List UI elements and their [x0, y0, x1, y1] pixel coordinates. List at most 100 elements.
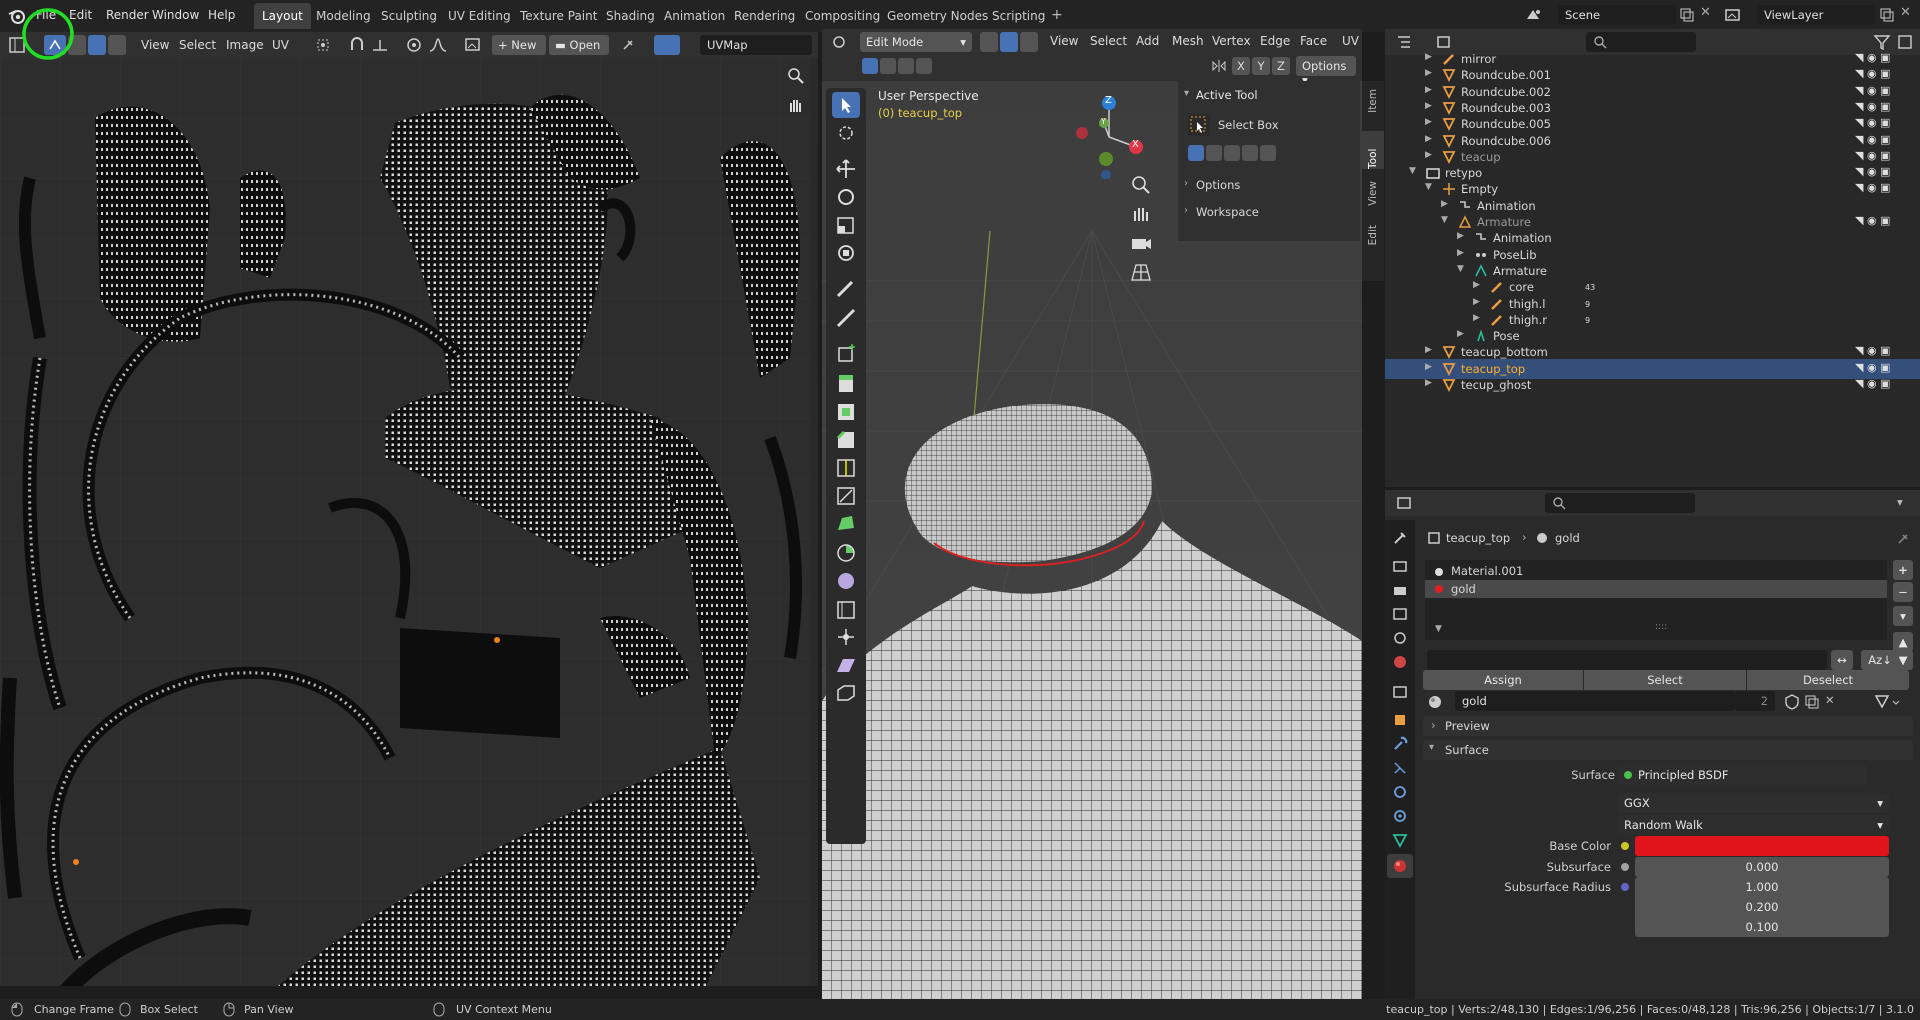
tool-poly-build[interactable]	[832, 510, 860, 536]
tab-animation[interactable]: Animation	[656, 3, 733, 29]
select-extend-mode-button[interactable]	[880, 58, 896, 74]
vertex-mode-button[interactable]	[980, 32, 998, 52]
workspace-section[interactable]: Workspace	[1196, 205, 1259, 219]
options-section[interactable]: Options	[1196, 178, 1240, 192]
output-icon[interactable]	[1392, 582, 1408, 598]
falloff-curve-icon[interactable]	[428, 36, 450, 54]
expand-arrow-icon[interactable]: ▼	[1409, 166, 1416, 176]
pan-hand-icon[interactable]	[786, 96, 806, 116]
tab-modeling[interactable]: Modeling	[308, 3, 379, 29]
visibility-toggles-icon[interactable]: ◥ ◉ ▣	[1855, 133, 1890, 146]
material-slot-row[interactable]: Material.001	[1425, 562, 1887, 580]
zoom-icon[interactable]	[786, 66, 806, 86]
object-icon[interactable]	[1392, 712, 1408, 728]
tab-sculpting[interactable]: Sculpting	[373, 3, 445, 29]
expand-arrow-icon[interactable]: ▶	[1425, 85, 1432, 95]
face-select-mode-button[interactable]	[108, 35, 126, 55]
filter-icon[interactable]	[1873, 34, 1893, 50]
vp-menu-add[interactable]: Add	[1136, 34, 1159, 48]
new-image-button[interactable]: + New	[492, 35, 546, 55]
tool-move[interactable]	[832, 156, 860, 182]
vp-menu-edge[interactable]: Edge	[1260, 34, 1290, 48]
expand-arrow-icon[interactable]: ▶	[1473, 297, 1480, 307]
select-new-mode-button[interactable]	[862, 58, 878, 74]
tab-compositing[interactable]: Compositing	[797, 3, 888, 29]
tab-texture-paint[interactable]: Texture Paint	[512, 3, 605, 29]
visibility-toggles-icon[interactable]: ◥ ◉ ▣	[1855, 100, 1890, 113]
modifier-wrench-icon[interactable]	[1392, 736, 1408, 752]
edge-select-mode-button[interactable]	[88, 35, 106, 55]
tool-transform[interactable]	[832, 240, 860, 266]
uv-scrollbar[interactable]	[810, 58, 818, 986]
perspective-toggle-icon[interactable]	[1128, 260, 1154, 284]
expand-arrow-icon[interactable]: ▼	[1457, 264, 1464, 274]
vp-menu-select[interactable]: Select	[1090, 34, 1127, 48]
npanel-mode-invert[interactable]	[1242, 145, 1258, 161]
open-image-button[interactable]: ▬ Open	[549, 35, 609, 55]
surface-panel-header[interactable]: ▾ Surface	[1423, 740, 1913, 760]
camera-view-icon[interactable]	[1128, 231, 1154, 255]
new-collection-icon[interactable]	[1897, 34, 1915, 50]
tool-rotate[interactable]	[832, 184, 860, 210]
scene-icon[interactable]	[1525, 7, 1543, 23]
render-icon[interactable]	[1392, 558, 1408, 574]
tool-select-box[interactable]	[832, 92, 860, 118]
npanel-mode-subtract[interactable]	[1224, 145, 1240, 161]
mirror-z-toggle[interactable]: Z	[1272, 57, 1290, 75]
filter-exclude-icon[interactable]: ↔	[1831, 650, 1853, 670]
visibility-toggles-icon[interactable]: ◥ ◉ ▣	[1855, 214, 1890, 227]
expand-arrow-icon[interactable]: ▶	[1473, 280, 1480, 290]
expand-arrow-icon[interactable]: ▶	[1473, 313, 1480, 323]
tab-tool[interactable]: Tool	[1362, 131, 1384, 169]
chevron-down-icon[interactable]: ▾	[1184, 88, 1189, 99]
subsurface-radius-z[interactable]: 0.100	[1635, 917, 1889, 937]
vp-menu-face[interactable]: Face	[1300, 34, 1327, 48]
tool-spin[interactable]	[832, 540, 860, 566]
viewport-editor-type-icon[interactable]	[830, 33, 852, 51]
tab-scripting[interactable]: Scripting	[984, 3, 1053, 29]
tool-smooth[interactable]	[832, 568, 860, 594]
base-color-swatch[interactable]	[1635, 836, 1889, 856]
npanel-mode-extend[interactable]	[1206, 145, 1222, 161]
select-button[interactable]: Select	[1584, 670, 1746, 690]
npanel-mode-intersect[interactable]	[1260, 145, 1276, 161]
material-tab[interactable]	[1387, 854, 1413, 878]
tool-knife[interactable]	[832, 482, 860, 508]
mirror-icon[interactable]	[1210, 58, 1228, 74]
vector-socket-icon[interactable]	[1621, 883, 1629, 891]
visibility-toggles-icon[interactable]: ◥ ◉ ▣	[1855, 67, 1890, 80]
expand-arrow-icon[interactable]: ▶	[1457, 329, 1464, 339]
visibility-toggles-icon[interactable]: ◥ ◉ ▣	[1855, 181, 1890, 194]
tab-item[interactable]: Item	[1367, 89, 1379, 113]
preview-panel-header[interactable]: › Preview	[1423, 716, 1913, 736]
pin-icon[interactable]	[620, 37, 636, 53]
subsurface-radius-x[interactable]: 1.000	[1635, 877, 1889, 897]
uv-menu-select[interactable]: Select	[179, 38, 216, 52]
particles-icon[interactable]	[1392, 760, 1408, 776]
scene-tab-icon[interactable]	[1392, 630, 1408, 646]
constraints-icon[interactable]	[1392, 808, 1408, 824]
tool-scale[interactable]	[832, 212, 860, 238]
properties-search-input[interactable]	[1545, 493, 1695, 513]
float-socket-icon[interactable]	[1621, 863, 1629, 871]
uv-editor-canvas[interactable]	[0, 58, 810, 986]
pin-icon[interactable]	[1895, 531, 1911, 547]
expand-arrow-icon[interactable]: ▶	[1457, 231, 1464, 241]
select-subtract-mode-button[interactable]	[898, 58, 914, 74]
snap-target-icon[interactable]	[370, 36, 392, 54]
chevron-down-icon[interactable]: ▾	[1897, 495, 1903, 509]
tool-shear[interactable]	[832, 652, 860, 678]
visibility-toggles-icon[interactable]: ◥ ◉ ▣	[1855, 344, 1890, 357]
npanel-mode-new[interactable]	[1188, 145, 1204, 161]
menu-help[interactable]: Help	[208, 8, 235, 22]
display-channels-button[interactable]	[654, 35, 680, 55]
slot-specials-icon[interactable]: ▾	[1893, 606, 1913, 626]
uvmap-field[interactable]: UVMap	[700, 35, 812, 55]
expand-arrow-icon[interactable]: ▶	[1425, 68, 1432, 78]
delete-scene-icon[interactable]: ✕	[1700, 5, 1711, 20]
tool-edge-slide[interactable]	[832, 596, 860, 622]
edge-mode-button[interactable]	[1000, 32, 1018, 52]
add-slot-icon[interactable]: +	[1893, 560, 1913, 580]
expand-arrow-icon[interactable]: ▶	[1425, 52, 1432, 62]
expand-arrow-icon[interactable]: ▶	[1425, 134, 1432, 144]
